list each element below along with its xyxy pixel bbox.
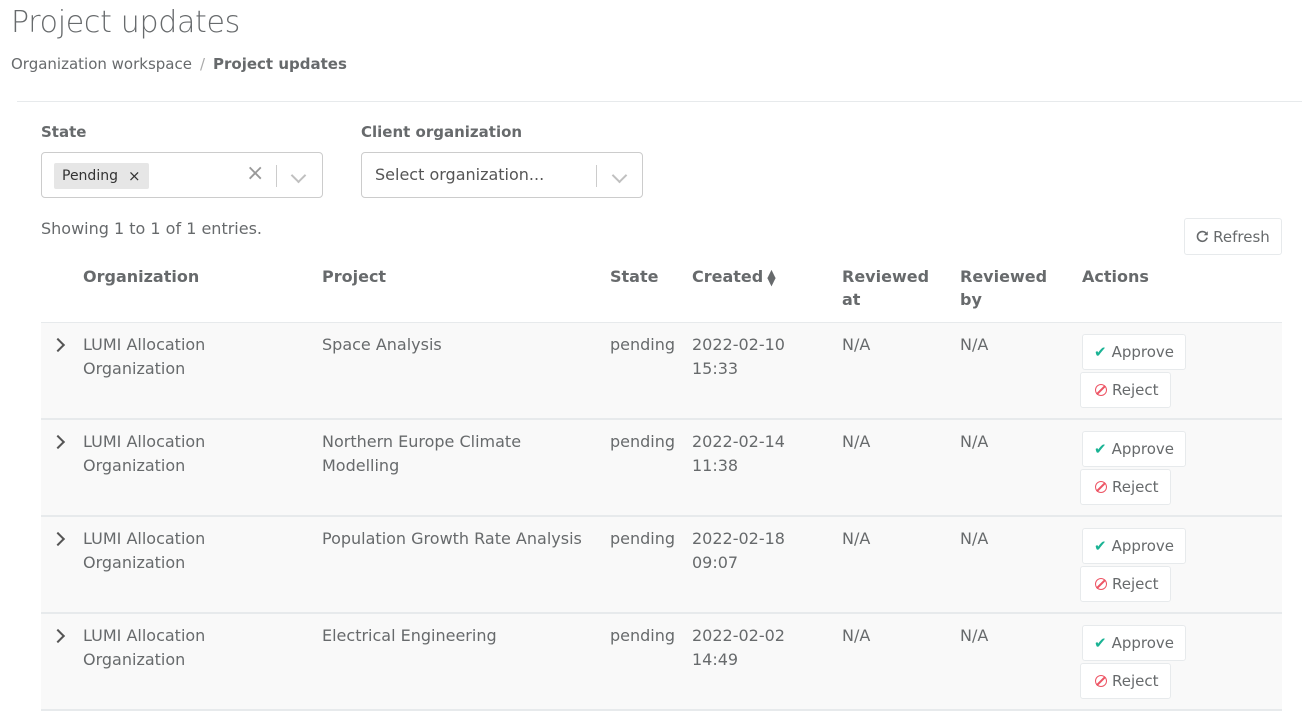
reviewed-at-cell: N/A [842,335,871,354]
reviewed-at-cell: N/A [842,626,871,645]
reviewed-at-cell: N/A [842,432,871,451]
project-cell: Population Growth Rate Analysis [322,529,582,548]
breadcrumb: Organization workspace / Project updates [11,55,347,73]
reject-button[interactable]: Reject [1080,372,1171,408]
state-cell: pending [610,335,676,354]
table-row: LUMI Allocation Organization Electrical … [41,614,1282,711]
check-icon: ✔ [1094,440,1107,458]
approve-button[interactable]: ✔ Approve [1082,334,1187,370]
reject-label: Reject [1112,478,1159,496]
chevron-right-icon[interactable] [50,628,66,644]
state-cell: pending [610,529,676,548]
reject-button[interactable]: Reject [1080,566,1171,602]
chevron-right-icon[interactable] [50,337,66,353]
approve-button[interactable]: ✔ Approve [1082,625,1187,661]
state-cell: pending [610,626,676,645]
ban-icon [1095,578,1107,590]
state-tag: Pending × [54,163,149,189]
reject-label: Reject [1112,381,1159,399]
column-project: Project [322,267,387,286]
approve-label: Approve [1111,634,1175,652]
project-cell: Electrical Engineering [322,626,497,645]
column-created[interactable]: Created ▲ ▼ [692,265,776,288]
client-filter-label: Client organization [361,123,523,141]
column-actions: Actions [1082,267,1149,286]
created-cell: 2022-02-14 11:38 [692,432,785,475]
reject-button[interactable]: Reject [1080,663,1171,699]
created-cell: 2022-02-10 15:33 [692,335,785,378]
created-cell: 2022-02-02 14:49 [692,626,785,669]
check-icon: ✔ [1094,634,1107,652]
client-organization-select[interactable]: Select organization... [361,152,643,198]
breadcrumb-item-current: Project updates [213,55,347,73]
select-separator [596,165,597,187]
breadcrumb-separator: / [199,55,206,73]
reviewed-by-cell: N/A [960,529,989,548]
column-reviewed-at: Reviewed at [842,267,930,309]
state-filter-select[interactable]: Pending × × [41,152,323,198]
check-icon: ✔ [1094,343,1107,361]
column-reviewed-by: Reviewed by [960,267,1048,309]
project-cell: Northern Europe Climate Modelling [322,432,522,475]
reviewed-by-cell: N/A [960,626,989,645]
client-organization-placeholder: Select organization... [375,165,545,184]
chevron-down-icon[interactable] [611,167,628,184]
organization-cell: LUMI Allocation Organization [83,335,206,378]
organization-cell: LUMI Allocation Organization [83,626,206,669]
page-title: Project updates [11,5,241,40]
reviewed-by-cell: N/A [960,335,989,354]
approve-label: Approve [1111,537,1175,555]
clear-icon[interactable]: × [246,161,264,186]
sort-icon[interactable]: ▲ ▼ [767,268,775,287]
chevron-right-icon[interactable] [50,434,66,450]
created-cell: 2022-02-18 09:07 [692,529,785,572]
reject-label: Reject [1112,575,1159,593]
column-state: State [610,267,659,286]
reject-label: Reject [1112,672,1159,690]
table-row: LUMI Allocation Organization Space Analy… [41,323,1282,420]
ban-icon [1095,384,1107,396]
ban-icon [1095,481,1107,493]
entries-summary: Showing 1 to 1 of 1 entries. [41,219,262,238]
organization-cell: LUMI Allocation Organization [83,529,206,572]
table-header: Organization Project State Created ▲ ▼ Rev… [41,256,1282,323]
refresh-label: Refresh [1213,227,1270,246]
column-created-label: Created [692,267,764,286]
approve-label: Approve [1111,440,1175,458]
state-cell: pending [610,432,676,451]
check-icon: ✔ [1094,537,1107,555]
column-organization: Organization [83,267,200,286]
refresh-button[interactable]: Refresh [1184,218,1282,255]
approve-button[interactable]: ✔ Approve [1082,528,1187,564]
breadcrumb-item-workspace[interactable]: Organization workspace [11,55,192,73]
select-separator [276,165,277,187]
chevron-right-icon[interactable] [50,531,66,547]
table-row: LUMI Allocation Organization Northern Eu… [41,420,1282,517]
approve-button[interactable]: ✔ Approve [1082,431,1187,467]
ban-icon [1095,675,1107,687]
chevron-down-icon[interactable] [290,167,307,184]
project-cell: Space Analysis [322,335,442,354]
header-divider [17,101,1302,102]
refresh-icon [1196,230,1209,243]
table-row: LUMI Allocation Organization Population … [41,517,1282,614]
reject-button[interactable]: Reject [1080,469,1171,505]
state-filter-label: State [41,123,87,141]
state-tag-label: Pending [62,168,118,184]
organization-cell: LUMI Allocation Organization [83,432,206,475]
approve-label: Approve [1111,343,1175,361]
project-updates-table: Organization Project State Created ▲ ▼ Rev… [41,256,1282,711]
reviewed-by-cell: N/A [960,432,989,451]
tag-remove-icon[interactable]: × [118,167,149,185]
reviewed-at-cell: N/A [842,529,871,548]
